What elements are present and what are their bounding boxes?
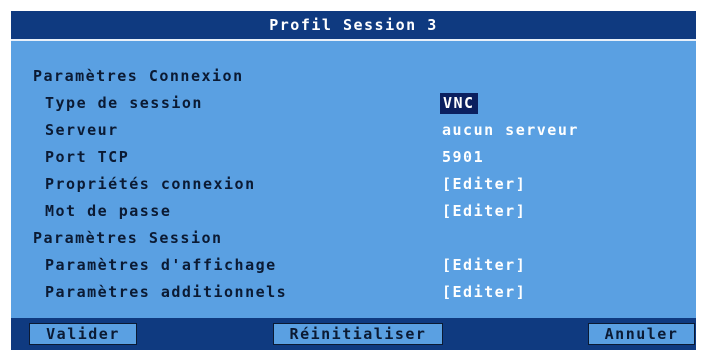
tcp-port-value[interactable]: 5901	[442, 148, 484, 166]
field-label-server: Serveur	[45, 121, 119, 139]
cancel-button[interactable]: Annuler	[588, 323, 695, 345]
dialog-title-bar: Profil Session 3	[11, 11, 696, 39]
section-heading-session: Paramètres Session	[33, 229, 223, 247]
field-label-connection-properties: Propriétés connexion	[45, 175, 256, 193]
field-label-tcp-port: Port TCP	[45, 148, 130, 166]
reset-button[interactable]: Réinitialiser	[273, 323, 443, 345]
section-heading-connexion: Paramètres Connexion	[33, 67, 244, 85]
field-label-additional-settings: Paramètres additionnels	[45, 283, 288, 301]
field-label-display-settings: Paramètres d'affichage	[45, 256, 277, 274]
session-type-value[interactable]: VNC	[440, 93, 478, 114]
validate-button[interactable]: Valider	[29, 323, 137, 345]
button-bar: Valider Réinitialiser Annuler	[11, 318, 696, 350]
field-label-password: Mot de passe	[45, 202, 172, 220]
connection-properties-edit[interactable]: [Editer]	[442, 175, 526, 193]
session-profile-dialog: Profil Session 3 Paramètres Connexion Ty…	[11, 11, 696, 350]
password-edit[interactable]: [Editer]	[442, 202, 526, 220]
dialog-title: Profil Session 3	[269, 16, 438, 34]
additional-settings-edit[interactable]: [Editer]	[442, 283, 526, 301]
title-divider	[11, 39, 696, 41]
server-value[interactable]: aucun serveur	[442, 121, 579, 139]
field-label-session-type: Type de session	[45, 94, 203, 112]
display-settings-edit[interactable]: [Editer]	[442, 256, 526, 274]
